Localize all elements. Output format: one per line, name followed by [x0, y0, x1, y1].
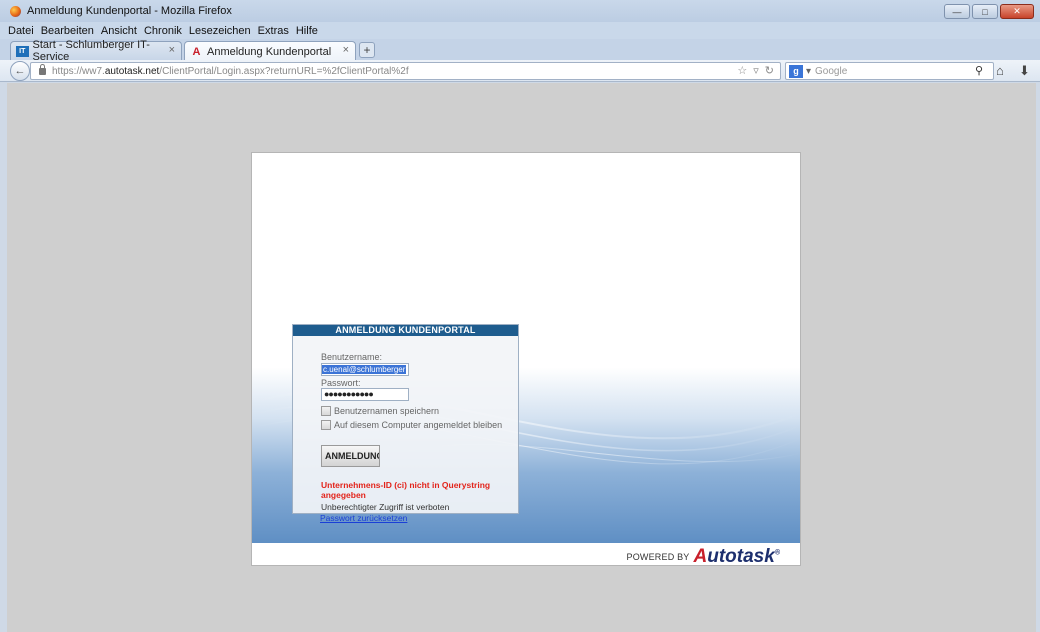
- username-value: c.uenal@schlumberger: [322, 365, 407, 374]
- reset-password-link[interactable]: Passwort zurücksetzen: [320, 513, 407, 523]
- powered-by-label: POWERED BY: [626, 552, 690, 562]
- tab-start-schlumberger[interactable]: IT Start - Schlumberger IT-Service ×: [10, 39, 182, 63]
- stay-logged-in-label: Auf diesem Computer angemeldet bleiben: [334, 420, 503, 430]
- password-input[interactable]: ●●●●●●●●●●●: [321, 388, 409, 401]
- url-path: /ClientPortal/Login.aspx?returnURL=%2fCl…: [159, 65, 409, 77]
- window-title: Anmeldung Kundenportal - Mozilla Firefox: [27, 5, 232, 17]
- menu-lesezeichen[interactable]: Lesezeichen: [189, 25, 251, 37]
- login-box: ANMELDUNG KUNDENPORTAL Benutzername: c.u…: [292, 324, 519, 514]
- url-domain: autotask.net: [104, 65, 160, 77]
- search-engine-dropdown-icon[interactable]: ▾: [806, 66, 811, 77]
- history-dropdown-icon[interactable]: ▿: [753, 64, 759, 77]
- brand-name-rest: utotask: [707, 546, 775, 566]
- window-controls: — □ ✕: [944, 4, 1034, 19]
- menu-hilfe[interactable]: Hilfe: [296, 25, 318, 37]
- url-prefix: https://ww7.: [52, 65, 105, 77]
- tab-close-icon[interactable]: ×: [343, 44, 349, 56]
- login-button[interactable]: ANMELDUNG: [321, 445, 380, 467]
- home-icon[interactable]: ⌂: [996, 63, 1004, 78]
- close-window-icon[interactable]: ✕: [1000, 4, 1034, 19]
- navigation-bar: ← https://ww7. autotask.net/ClientPortal/…: [0, 60, 1040, 82]
- tab-close-icon[interactable]: ×: [169, 44, 175, 56]
- menu-ansicht[interactable]: Ansicht: [101, 25, 137, 37]
- maximize-icon[interactable]: □: [972, 4, 998, 19]
- menu-datei[interactable]: Datei: [8, 25, 34, 37]
- tab-anmeldung-kundenportal[interactable]: A Anmeldung Kundenportal ×: [184, 41, 356, 61]
- remember-username-row: Benutzernamen speichern: [321, 406, 439, 416]
- tab-label: Anmeldung Kundenportal: [207, 45, 332, 58]
- brand-letter-a: A: [693, 546, 708, 566]
- powered-by-autotask-logo: POWERED BY Autotask®: [626, 546, 781, 566]
- autotask-brand: Autotask®: [693, 546, 780, 566]
- remember-username-checkbox[interactable]: [321, 406, 331, 416]
- new-tab-icon[interactable]: +: [359, 42, 375, 58]
- back-arrow-icon[interactable]: ←: [10, 61, 30, 81]
- reload-icon[interactable]: ↻: [765, 64, 774, 77]
- it-favicon-icon: IT: [16, 45, 29, 57]
- minimize-icon[interactable]: —: [944, 4, 970, 19]
- username-input[interactable]: c.uenal@schlumberger: [321, 363, 409, 376]
- trademark-mark: ®: [774, 549, 780, 557]
- url-actions: ☆ ▿ ↻: [737, 64, 774, 77]
- menu-bar: Datei Bearbeiten Ansicht Chronik Lesezei…: [0, 22, 1040, 39]
- search-magnifier-icon[interactable]: ⚲: [975, 64, 983, 77]
- menu-extras[interactable]: Extras: [258, 25, 289, 37]
- url-bar[interactable]: https://ww7. autotask.net/ClientPortal/Lo…: [30, 62, 781, 80]
- error-message: Unternehmens-ID (ci) nicht in Querystrin…: [321, 480, 491, 500]
- remember-username-label: Benutzernamen speichern: [334, 406, 440, 416]
- menu-bearbeiten[interactable]: Bearbeiten: [41, 25, 94, 37]
- lock-icon: [39, 63, 46, 75]
- google-search-engine-icon[interactable]: g: [789, 64, 803, 78]
- window-titlebar: Anmeldung Kundenportal - Mozilla Firefox…: [0, 0, 1040, 22]
- tab-strip: IT Start - Schlumberger IT-Service × A A…: [0, 39, 1040, 63]
- download-arrow-icon[interactable]: ⬇: [1019, 63, 1030, 79]
- username-label: Benutzername:: [321, 352, 383, 362]
- firefox-logo-icon: [10, 5, 21, 17]
- password-label: Passwort:: [321, 378, 361, 388]
- search-bar[interactable]: g ▾ Google: [785, 62, 994, 80]
- autotask-favicon-icon: A: [192, 45, 201, 58]
- search-placeholder: Google: [815, 65, 848, 77]
- portal-footer: POWERED BY Autotask®: [252, 543, 800, 566]
- login-header: ANMELDUNG KUNDENPORTAL: [293, 325, 518, 336]
- unauthorized-warning: Unberechtigter Zugriff ist verboten: [321, 502, 450, 512]
- bookmark-star-icon[interactable]: ☆: [737, 64, 747, 77]
- menu-chronik[interactable]: Chronik: [144, 25, 182, 37]
- stay-logged-in-row: Auf diesem Computer angemeldet bleiben: [321, 420, 502, 430]
- stay-logged-in-checkbox[interactable]: [321, 420, 331, 430]
